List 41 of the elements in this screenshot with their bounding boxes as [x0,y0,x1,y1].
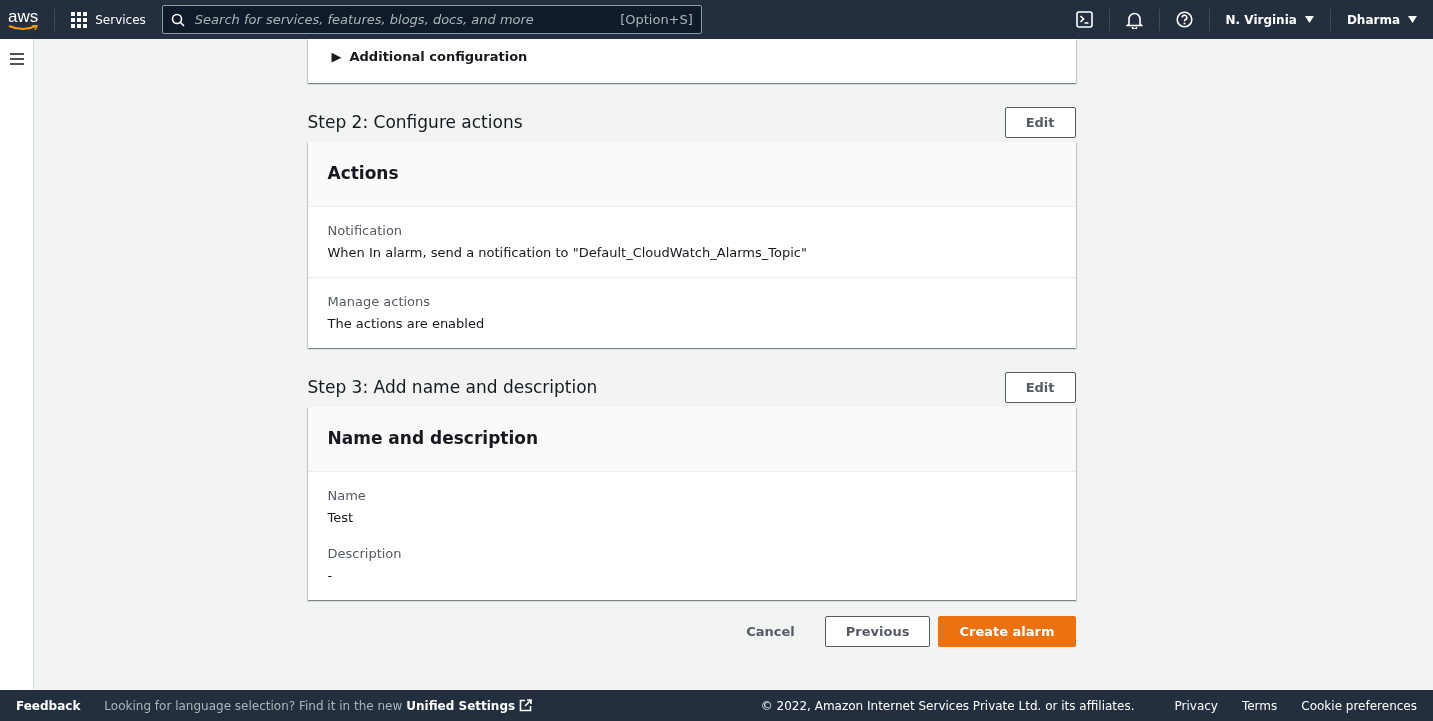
field-label: Manage actions [327,292,432,311]
external-link-icon [519,699,533,712]
bell-icon[interactable] [1125,10,1143,29]
footer-link[interactable]: Privacy [1174,696,1218,715]
field-value: When In alarm, send a notification to "Default_CloudWatch_Alarms_Topic" [327,244,808,262]
panel-title: Actions [307,142,1076,207]
feedback-link[interactable]: Feedback [16,696,81,715]
aws-logo[interactable]: aws [8,8,39,31]
shortcut-hint: [Option+S] [620,10,693,29]
field-value: - [327,567,334,585]
terminal-icon[interactable] [1075,11,1093,28]
footer-link[interactable]: Cookie preferences [1301,696,1417,715]
caret-icon [1304,16,1314,23]
search-field[interactable]: Search for services, features, blogs, docs, and more [192,8,613,31]
edit-button[interactable]: Edit [1004,106,1076,138]
field-label: Name [327,486,367,505]
step-title: Step 3: Add name and description [307,375,598,399]
footer-link[interactable]: Terms [1241,696,1278,715]
account-menu[interactable]: Dharma [1346,10,1417,29]
language-note: Looking for language selection? Find it in the new [104,697,403,715]
field-value: The actions are enabled [327,315,486,333]
field-label: Notification [327,221,404,240]
previous-button[interactable]: Previous [824,615,931,647]
expand-arrow[interactable]: ▶ [331,47,342,67]
unified-settings-link[interactable]: Unified Settings [406,696,533,715]
help-icon[interactable] [1175,11,1193,28]
menu-icon[interactable] [9,53,24,65]
grid-icon [71,11,88,28]
field-label: Description [327,544,403,563]
edit-button[interactable]: Edit [1004,371,1076,403]
search-bar[interactable]: Search for services, features, blogs, docs, and more [Option+S] [161,5,702,34]
copyright-text: © 2022, Amazon Internet Services Private Ltd. or its affiliates. [760,697,1135,715]
caret-icon [1408,16,1417,23]
expander-label[interactable]: Additional configuration [349,47,528,67]
services-menu[interactable]: Services [71,10,146,29]
search-icon [170,12,185,27]
panel-title: Name and description [307,407,1076,472]
field-value: Test [327,509,355,527]
step-title: Step 2: Configure actions [307,110,523,134]
cancel-button[interactable]: Cancel [740,620,801,642]
region-menu[interactable]: N. Virginia [1225,10,1314,29]
